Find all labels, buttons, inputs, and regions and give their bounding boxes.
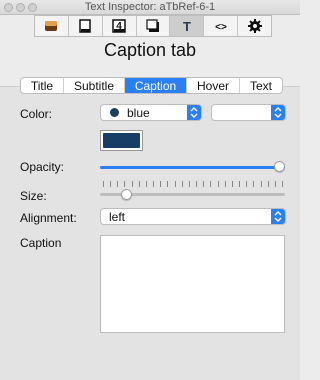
tab-caption[interactable]: Caption xyxy=(125,78,187,93)
tab-bar: Title Subtitle Caption Hover Text xyxy=(20,77,283,94)
size-label: Size: xyxy=(20,189,47,203)
toolbar-button-number[interactable]: 4 xyxy=(103,16,137,36)
slider-tick xyxy=(103,181,104,187)
slider-tick xyxy=(131,181,133,187)
code-icon: <> xyxy=(215,22,227,33)
slider-tick xyxy=(203,181,205,187)
slider-tick xyxy=(239,181,241,187)
shadow-icon xyxy=(146,19,159,32)
opacity-slider[interactable] xyxy=(100,166,285,169)
properties-icon xyxy=(45,21,58,31)
page-title: Caption tab xyxy=(103,40,197,60)
number-icon: 4 xyxy=(112,19,126,33)
toolbar-button-properties[interactable] xyxy=(35,16,69,36)
inspector-toolbar: 4 T <> xyxy=(34,15,272,37)
window-title: Text Inspector: aTbRef-6-1 xyxy=(84,1,216,13)
slider-tick xyxy=(260,181,262,187)
toolbar-button-settings[interactable] xyxy=(238,16,271,36)
svg-text:T: T xyxy=(183,19,191,33)
alignment-select[interactable]: left xyxy=(100,208,286,225)
slider-tick xyxy=(124,181,126,187)
toolbar-button-text[interactable]: T xyxy=(170,16,205,36)
tab-text[interactable]: Text xyxy=(240,78,282,93)
slider-tick xyxy=(160,181,162,187)
slider-tick xyxy=(231,181,233,187)
color-secondary-select[interactable] xyxy=(211,104,286,121)
toolbar-button-document[interactable] xyxy=(69,16,103,36)
slider-tick xyxy=(153,181,155,187)
document-icon xyxy=(79,19,92,33)
slider-tick xyxy=(117,181,119,187)
size-slider-knob[interactable] xyxy=(120,189,132,200)
select-arrows-icon xyxy=(271,209,285,224)
title-bar: Text Inspector: aTbRef-6-1 xyxy=(0,0,300,15)
opacity-slider-knob[interactable] xyxy=(274,161,285,172)
color-dot-icon xyxy=(110,108,119,117)
inspector-panel xyxy=(0,86,300,380)
opacity-label: Opacity: xyxy=(20,160,65,174)
tab-hover[interactable]: Hover xyxy=(187,78,240,93)
toolbar-button-shadow[interactable] xyxy=(137,16,171,36)
select-arrows-icon xyxy=(187,105,201,120)
slider-tick xyxy=(138,181,140,187)
slider-tick xyxy=(282,181,283,187)
toolbar-button-code[interactable]: <> xyxy=(204,16,239,36)
caption-label: Caption xyxy=(20,236,62,250)
slider-tick xyxy=(145,181,147,187)
slider-tick xyxy=(274,181,276,187)
slider-tick xyxy=(253,181,255,187)
alignment-label: Alignment: xyxy=(20,211,77,225)
slider-tick xyxy=(267,181,269,187)
svg-text:<>: <> xyxy=(215,22,227,33)
select-arrows-icon xyxy=(271,105,285,120)
gear-icon xyxy=(247,19,262,33)
slider-tick xyxy=(196,181,198,187)
slider-tick xyxy=(181,181,183,187)
slider-tick xyxy=(167,181,169,187)
color-label: Color: xyxy=(20,107,53,121)
text-icon: T xyxy=(183,19,191,33)
slider-tick xyxy=(188,181,190,187)
color-well[interactable] xyxy=(100,130,143,151)
svg-text:4: 4 xyxy=(116,21,122,32)
color-swatch xyxy=(103,133,140,148)
slider-tick xyxy=(224,181,226,187)
tab-subtitle[interactable]: Subtitle xyxy=(64,78,125,93)
slider-tick xyxy=(246,181,248,187)
slider-tick xyxy=(110,181,112,187)
color-select-value: blue xyxy=(127,105,150,120)
slider-tick xyxy=(217,181,219,187)
opacity-slider-fill xyxy=(100,166,285,169)
tab-title[interactable]: Title xyxy=(21,78,64,93)
alignment-select-value: left xyxy=(109,209,126,224)
slider-tick xyxy=(210,181,212,187)
size-slider-ticks xyxy=(100,181,285,187)
slider-tick xyxy=(174,181,176,187)
caption-textarea[interactable] xyxy=(100,235,285,333)
color-select[interactable]: blue xyxy=(100,104,202,121)
